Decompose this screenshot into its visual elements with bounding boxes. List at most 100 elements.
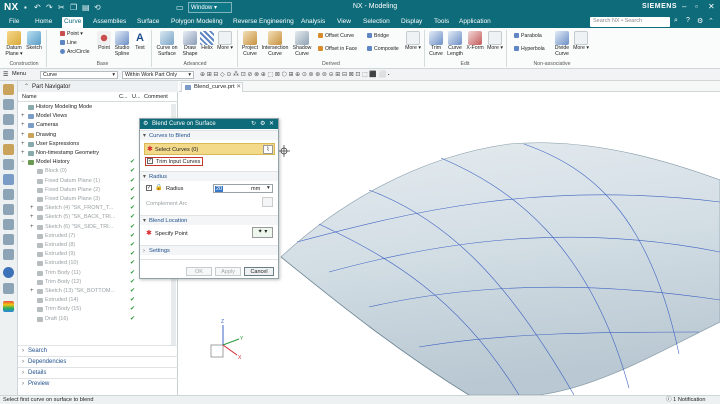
- menu-home[interactable]: Home: [33, 17, 54, 28]
- redo-arrow-icon[interactable]: ⟲: [94, 3, 101, 12]
- menu-file[interactable]: File: [7, 17, 21, 28]
- expand-icon[interactable]: +: [30, 287, 34, 296]
- selection-toolbar-icons[interactable]: ⊕ ⊞ ⊟ ◇ ⊙ ⁂ ⊡ ⊘ ⊗ ⊕ ⬚ ⊠ ⬡ ⊞ ⊕ ⊙ ⊚ ⊛ ⊜ ⊝ …: [200, 71, 389, 79]
- minimize-icon[interactable]: –: [682, 2, 686, 11]
- menu-application[interactable]: Application: [457, 17, 493, 28]
- x-form-button[interactable]: X-Form: [466, 31, 484, 52]
- save-icon[interactable]: ▪: [24, 3, 27, 12]
- menu-surface[interactable]: Surface: [135, 17, 161, 28]
- derived-more-button[interactable]: More ▾: [405, 31, 421, 52]
- menu-analysis[interactable]: Analysis: [299, 17, 327, 28]
- intersection-curve-button[interactable]: Intersection Curve: [261, 31, 289, 57]
- datum-plane-button[interactable]: Datum Plane ▾: [4, 31, 24, 57]
- expand-icon[interactable]: +: [30, 204, 34, 213]
- expand-icon[interactable]: +: [21, 131, 25, 140]
- trim-input-curves-checkbox[interactable]: ✓ Trim Input Curves: [145, 157, 203, 166]
- shadow-curve-button[interactable]: Shadow Curve: [292, 31, 312, 57]
- tree-row[interactable]: History Modeling Mode: [18, 103, 178, 112]
- composite-button[interactable]: Composite: [367, 46, 399, 52]
- text-button[interactable]: A Text: [133, 31, 147, 52]
- palette-icon[interactable]: [3, 283, 14, 294]
- menu-assemblies[interactable]: Assemblies: [91, 17, 128, 28]
- radius-unit[interactable]: mm: [251, 186, 260, 192]
- dialog-title-bar[interactable]: ⚙ Blend Curve on Surface ↻ ⚙ ✕: [140, 119, 278, 129]
- menu-reverse-engineering[interactable]: Reverse Engineering: [231, 17, 296, 28]
- offset-curve-button[interactable]: Offset Curve: [318, 33, 354, 39]
- color-palette-icon[interactable]: [3, 301, 14, 312]
- selection-scope-dropdown[interactable]: Within Work Part Only ▾: [122, 71, 194, 79]
- cancel-button[interactable]: Cancel: [244, 267, 274, 276]
- redo-icon[interactable]: ↷: [46, 3, 53, 12]
- file-tab-blend-curve[interactable]: Blend_curve.prt ✕: [181, 82, 243, 92]
- select-curves-field[interactable]: ✱ Select Curves (0) ⌇: [144, 143, 275, 155]
- expand-icon[interactable]: +: [30, 223, 34, 232]
- part-navigator-icon[interactable]: [3, 99, 14, 110]
- bridge-button[interactable]: Bridge: [367, 33, 389, 39]
- hd3d-tools-icon[interactable]: [3, 159, 14, 170]
- expand-icon[interactable]: +: [30, 213, 34, 222]
- settings-section[interactable]: › Settings: [140, 245, 278, 255]
- navigator-section-dependencies[interactable]: › Dependencies: [18, 356, 178, 367]
- reuse-library-icon[interactable]: [3, 144, 14, 155]
- tree-row[interactable]: + Sketch (13) "SK_BOTTOM... ✔: [18, 287, 178, 296]
- process-studio-icon[interactable]: [3, 204, 14, 215]
- copy-icon[interactable]: ❐: [70, 3, 77, 12]
- curve-length-button[interactable]: Curve Length: [446, 31, 464, 57]
- menu-view[interactable]: View: [335, 17, 353, 28]
- parabola-button[interactable]: Parabola: [514, 33, 542, 39]
- maximize-icon[interactable]: ▫: [695, 2, 698, 11]
- column-uptodate[interactable]: U...: [132, 94, 141, 100]
- window-dropdown[interactable]: Window ▾: [188, 2, 232, 13]
- radius-checkbox[interactable]: ✓: [146, 185, 152, 191]
- web-browser-icon[interactable]: [3, 174, 14, 185]
- expand-icon[interactable]: +: [21, 121, 25, 130]
- hyperbola-button[interactable]: Hyperbola: [514, 46, 545, 52]
- point-small-button[interactable]: Point ▾: [60, 31, 83, 37]
- complement-arc-button[interactable]: [262, 197, 273, 207]
- apply-button[interactable]: Apply: [215, 267, 241, 276]
- curves-to-blend-section[interactable]: ▾ Curves to Blend: [140, 130, 278, 140]
- menu-button[interactable]: Menu: [12, 71, 26, 77]
- point-button[interactable]: Point: [96, 31, 112, 52]
- expand-icon[interactable]: +: [21, 112, 25, 121]
- helix-button[interactable]: Helix: [200, 31, 214, 52]
- menu-polygon-modeling[interactable]: Polygon Modeling: [169, 17, 225, 28]
- reset-icon[interactable]: ↻: [251, 119, 256, 129]
- edit-more-button[interactable]: More ▾: [487, 31, 503, 52]
- nonassoc-more-button[interactable]: More ▾: [573, 31, 589, 52]
- paste-icon[interactable]: ▤: [82, 3, 90, 12]
- navigator-section-preview[interactable]: › Preview: [18, 378, 178, 389]
- search-icon[interactable]: ⌕: [674, 17, 678, 25]
- offset-in-face-button[interactable]: Offset in Face: [318, 46, 357, 52]
- close-icon[interactable]: ✕: [269, 119, 274, 129]
- menu-curve[interactable]: Curve: [62, 17, 84, 28]
- expand-ribbon-icon[interactable]: ⌃: [708, 17, 714, 25]
- command-search-input[interactable]: Search NX • Search: [590, 17, 670, 27]
- clock-icon[interactable]: [3, 267, 14, 278]
- divide-curve-button[interactable]: Divide Curve: [553, 31, 571, 57]
- help-icon[interactable]: ?: [686, 17, 690, 24]
- menu-display[interactable]: Display: [399, 17, 424, 28]
- studio-spline-button[interactable]: Studio Spline: [113, 31, 131, 57]
- tree-row[interactable]: Draft (16) ✔: [18, 315, 178, 324]
- cut-icon[interactable]: ✂: [58, 3, 65, 12]
- type-filter-dropdown[interactable]: Curve ▾: [40, 71, 118, 79]
- blend-location-section[interactable]: ▾ Blend Location: [140, 215, 278, 225]
- roles-tab-icon[interactable]: [3, 234, 14, 245]
- ribbon-options-icon[interactable]: ⚙: [697, 17, 703, 25]
- navigator-section-details[interactable]: › Details: [18, 367, 178, 378]
- expand-icon[interactable]: +: [21, 140, 25, 149]
- arc-circle-button[interactable]: Arc/Circle: [60, 49, 89, 55]
- draw-shape-button[interactable]: Draw Shape: [181, 31, 199, 57]
- project-curve-button[interactable]: Project Curve: [240, 31, 260, 57]
- column-comment[interactable]: Comment: [144, 94, 168, 100]
- column-current[interactable]: C...: [119, 94, 128, 100]
- assembly-navigator-icon[interactable]: [3, 114, 14, 125]
- menu-tools[interactable]: Tools: [432, 17, 451, 28]
- collapse-icon[interactable]: −: [21, 158, 25, 167]
- tree-row[interactable]: Trim Body (12) ✔: [18, 278, 178, 287]
- tree-row[interactable]: Extruded (14) ✔: [18, 296, 178, 305]
- advanced-more-button[interactable]: More ▾: [217, 31, 233, 52]
- history-icon[interactable]: [3, 189, 14, 200]
- expand-icon[interactable]: +: [21, 149, 25, 158]
